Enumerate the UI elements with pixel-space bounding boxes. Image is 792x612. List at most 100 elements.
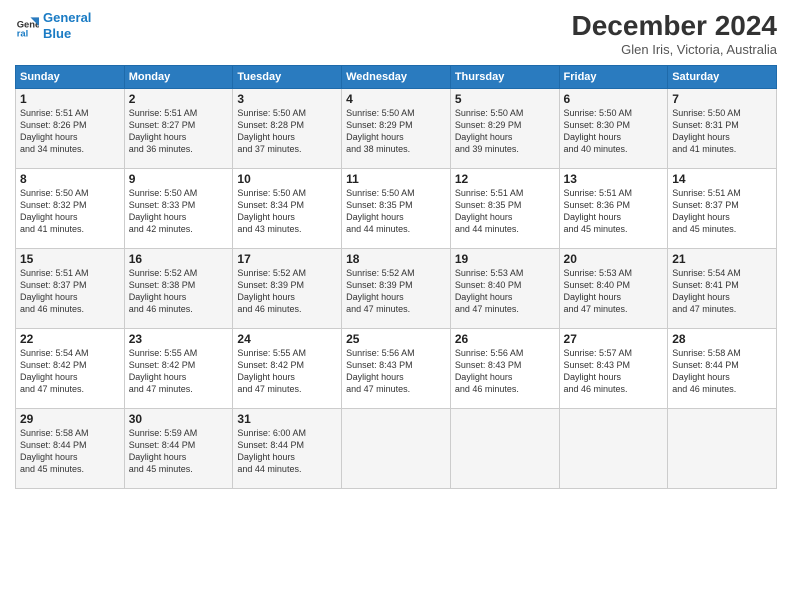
day-number: 30 [129, 412, 229, 426]
calendar-week: 15 Sunrise: 5:51 AM Sunset: 8:37 PM Dayl… [16, 249, 777, 329]
weekday-header: Wednesday [342, 66, 451, 89]
day-number: 28 [672, 332, 772, 346]
calendar-cell: 5 Sunrise: 5:50 AM Sunset: 8:29 PM Dayli… [450, 89, 559, 169]
day-number: 20 [564, 252, 664, 266]
day-info: Sunrise: 5:54 AM Sunset: 8:41 PM Dayligh… [672, 267, 772, 316]
calendar-cell: 20 Sunrise: 5:53 AM Sunset: 8:40 PM Dayl… [559, 249, 668, 329]
day-number: 4 [346, 92, 446, 106]
day-number: 10 [237, 172, 337, 186]
day-info: Sunrise: 5:50 AM Sunset: 8:33 PM Dayligh… [129, 187, 229, 236]
calendar-cell: 26 Sunrise: 5:56 AM Sunset: 8:43 PM Dayl… [450, 329, 559, 409]
day-info: Sunrise: 5:55 AM Sunset: 8:42 PM Dayligh… [237, 347, 337, 396]
day-info: Sunrise: 5:59 AM Sunset: 8:44 PM Dayligh… [129, 427, 229, 476]
day-number: 25 [346, 332, 446, 346]
day-number: 26 [455, 332, 555, 346]
day-info: Sunrise: 5:50 AM Sunset: 8:31 PM Dayligh… [672, 107, 772, 156]
calendar-cell: 28 Sunrise: 5:58 AM Sunset: 8:44 PM Dayl… [668, 329, 777, 409]
day-number: 9 [129, 172, 229, 186]
calendar-cell: 7 Sunrise: 5:50 AM Sunset: 8:31 PM Dayli… [668, 89, 777, 169]
day-number: 12 [455, 172, 555, 186]
day-info: Sunrise: 5:52 AM Sunset: 8:39 PM Dayligh… [346, 267, 446, 316]
logo-icon: Gene ral [15, 14, 39, 38]
calendar-cell: 3 Sunrise: 5:50 AM Sunset: 8:28 PM Dayli… [233, 89, 342, 169]
day-number: 6 [564, 92, 664, 106]
day-info: Sunrise: 5:52 AM Sunset: 8:39 PM Dayligh… [237, 267, 337, 316]
weekday-header: Monday [124, 66, 233, 89]
location: Glen Iris, Victoria, Australia [572, 42, 777, 57]
day-info: Sunrise: 6:00 AM Sunset: 8:44 PM Dayligh… [237, 427, 337, 476]
day-number: 29 [20, 412, 120, 426]
day-info: Sunrise: 5:52 AM Sunset: 8:38 PM Dayligh… [129, 267, 229, 316]
calendar-cell: 27 Sunrise: 5:57 AM Sunset: 8:43 PM Dayl… [559, 329, 668, 409]
weekday-header: Friday [559, 66, 668, 89]
calendar-cell: 8 Sunrise: 5:50 AM Sunset: 8:32 PM Dayli… [16, 169, 125, 249]
svg-text:ral: ral [17, 27, 29, 38]
calendar-cell: 19 Sunrise: 5:53 AM Sunset: 8:40 PM Dayl… [450, 249, 559, 329]
calendar-cell: 24 Sunrise: 5:55 AM Sunset: 8:42 PM Dayl… [233, 329, 342, 409]
day-number: 18 [346, 252, 446, 266]
day-number: 24 [237, 332, 337, 346]
weekday-header: Thursday [450, 66, 559, 89]
day-number: 11 [346, 172, 446, 186]
day-number: 22 [20, 332, 120, 346]
day-info: Sunrise: 5:51 AM Sunset: 8:26 PM Dayligh… [20, 107, 120, 156]
day-number: 8 [20, 172, 120, 186]
day-number: 1 [20, 92, 120, 106]
day-number: 3 [237, 92, 337, 106]
calendar-cell: 23 Sunrise: 5:55 AM Sunset: 8:42 PM Dayl… [124, 329, 233, 409]
day-number: 19 [455, 252, 555, 266]
title-block: December 2024 Glen Iris, Victoria, Austr… [572, 10, 777, 57]
calendar-cell: 13 Sunrise: 5:51 AM Sunset: 8:36 PM Dayl… [559, 169, 668, 249]
calendar-cell: 22 Sunrise: 5:54 AM Sunset: 8:42 PM Dayl… [16, 329, 125, 409]
calendar-table: SundayMondayTuesdayWednesdayThursdayFrid… [15, 65, 777, 489]
calendar-week: 29 Sunrise: 5:58 AM Sunset: 8:44 PM Dayl… [16, 409, 777, 489]
day-info: Sunrise: 5:51 AM Sunset: 8:35 PM Dayligh… [455, 187, 555, 236]
calendar-cell: 15 Sunrise: 5:51 AM Sunset: 8:37 PM Dayl… [16, 249, 125, 329]
day-number: 21 [672, 252, 772, 266]
day-number: 2 [129, 92, 229, 106]
day-info: Sunrise: 5:55 AM Sunset: 8:42 PM Dayligh… [129, 347, 229, 396]
day-info: Sunrise: 5:50 AM Sunset: 8:32 PM Dayligh… [20, 187, 120, 236]
day-info: Sunrise: 5:56 AM Sunset: 8:43 PM Dayligh… [455, 347, 555, 396]
weekday-header: Tuesday [233, 66, 342, 89]
day-info: Sunrise: 5:53 AM Sunset: 8:40 PM Dayligh… [564, 267, 664, 316]
page-header: Gene ral General Blue December 2024 Glen… [15, 10, 777, 57]
day-number: 31 [237, 412, 337, 426]
month-title: December 2024 [572, 10, 777, 42]
calendar-cell: 4 Sunrise: 5:50 AM Sunset: 8:29 PM Dayli… [342, 89, 451, 169]
calendar-cell: 18 Sunrise: 5:52 AM Sunset: 8:39 PM Dayl… [342, 249, 451, 329]
day-info: Sunrise: 5:50 AM Sunset: 8:35 PM Dayligh… [346, 187, 446, 236]
weekday-header: Sunday [16, 66, 125, 89]
day-number: 23 [129, 332, 229, 346]
calendar-week: 22 Sunrise: 5:54 AM Sunset: 8:42 PM Dayl… [16, 329, 777, 409]
day-info: Sunrise: 5:56 AM Sunset: 8:43 PM Dayligh… [346, 347, 446, 396]
day-number: 16 [129, 252, 229, 266]
day-number: 14 [672, 172, 772, 186]
day-info: Sunrise: 5:50 AM Sunset: 8:29 PM Dayligh… [346, 107, 446, 156]
calendar-cell: 31 Sunrise: 6:00 AM Sunset: 8:44 PM Dayl… [233, 409, 342, 489]
day-info: Sunrise: 5:51 AM Sunset: 8:27 PM Dayligh… [129, 107, 229, 156]
day-info: Sunrise: 5:51 AM Sunset: 8:36 PM Dayligh… [564, 187, 664, 236]
calendar-cell: 12 Sunrise: 5:51 AM Sunset: 8:35 PM Dayl… [450, 169, 559, 249]
calendar-cell: 1 Sunrise: 5:51 AM Sunset: 8:26 PM Dayli… [16, 89, 125, 169]
day-info: Sunrise: 5:51 AM Sunset: 8:37 PM Dayligh… [672, 187, 772, 236]
calendar-cell [559, 409, 668, 489]
day-number: 17 [237, 252, 337, 266]
calendar-cell: 6 Sunrise: 5:50 AM Sunset: 8:30 PM Dayli… [559, 89, 668, 169]
calendar-cell: 14 Sunrise: 5:51 AM Sunset: 8:37 PM Dayl… [668, 169, 777, 249]
day-info: Sunrise: 5:57 AM Sunset: 8:43 PM Dayligh… [564, 347, 664, 396]
calendar-header: SundayMondayTuesdayWednesdayThursdayFrid… [16, 66, 777, 89]
logo: Gene ral General Blue [15, 10, 91, 41]
calendar-week: 8 Sunrise: 5:50 AM Sunset: 8:32 PM Dayli… [16, 169, 777, 249]
day-info: Sunrise: 5:58 AM Sunset: 8:44 PM Dayligh… [672, 347, 772, 396]
day-info: Sunrise: 5:50 AM Sunset: 8:28 PM Dayligh… [237, 107, 337, 156]
logo-text: General Blue [43, 10, 91, 41]
day-number: 13 [564, 172, 664, 186]
day-number: 27 [564, 332, 664, 346]
day-info: Sunrise: 5:50 AM Sunset: 8:34 PM Dayligh… [237, 187, 337, 236]
day-info: Sunrise: 5:58 AM Sunset: 8:44 PM Dayligh… [20, 427, 120, 476]
calendar-cell [450, 409, 559, 489]
day-info: Sunrise: 5:53 AM Sunset: 8:40 PM Dayligh… [455, 267, 555, 316]
calendar-cell: 2 Sunrise: 5:51 AM Sunset: 8:27 PM Dayli… [124, 89, 233, 169]
day-number: 7 [672, 92, 772, 106]
